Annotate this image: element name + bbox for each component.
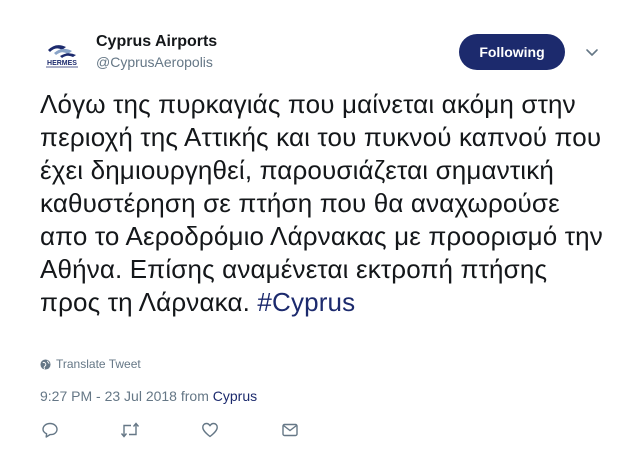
translate-tweet-link[interactable]: Translate Tweet [40, 357, 141, 371]
tweet-body: Λόγω της πυρκαγιάς που μαίνεται ακόμη στ… [40, 89, 603, 317]
like-button[interactable] [200, 420, 220, 440]
handle[interactable]: @CyprusAeropolis [96, 52, 217, 72]
tweet-text: Λόγω της πυρκαγιάς που μαίνεται ακόμη στ… [40, 88, 610, 319]
retweet-button[interactable] [120, 420, 140, 440]
hashtag-link[interactable]: #Cyprus [257, 287, 355, 317]
retweet-icon [120, 422, 140, 438]
reply-button[interactable] [40, 420, 60, 440]
envelope-icon [282, 423, 298, 437]
globe-icon [40, 358, 51, 370]
translate-label: Translate Tweet [56, 357, 141, 371]
from-prefix: from [176, 388, 213, 404]
heart-icon [202, 422, 218, 438]
message-button[interactable] [280, 420, 300, 440]
tweet-actions [40, 420, 340, 442]
avatar[interactable]: HERMES [40, 34, 84, 78]
location-link[interactable]: Cyprus [213, 388, 257, 404]
hermes-logo-icon: HERMES [46, 45, 78, 68]
avatar-text: HERMES [47, 60, 77, 67]
account-names: Cyprus Airports @CyprusAeropolis [96, 32, 217, 72]
timestamp[interactable]: 9:27 PM - 23 Jul 2018 [40, 388, 177, 404]
reply-icon [42, 422, 58, 438]
chevron-down-icon[interactable] [584, 44, 600, 60]
tweet-meta: 9:27 PM - 23 Jul 2018 from Cyprus [40, 388, 257, 404]
display-name[interactable]: Cyprus Airports [96, 32, 217, 52]
tweet-header: HERMES Cyprus Airports @CyprusAeropolis … [40, 30, 610, 80]
following-button[interactable]: Following [459, 34, 565, 70]
